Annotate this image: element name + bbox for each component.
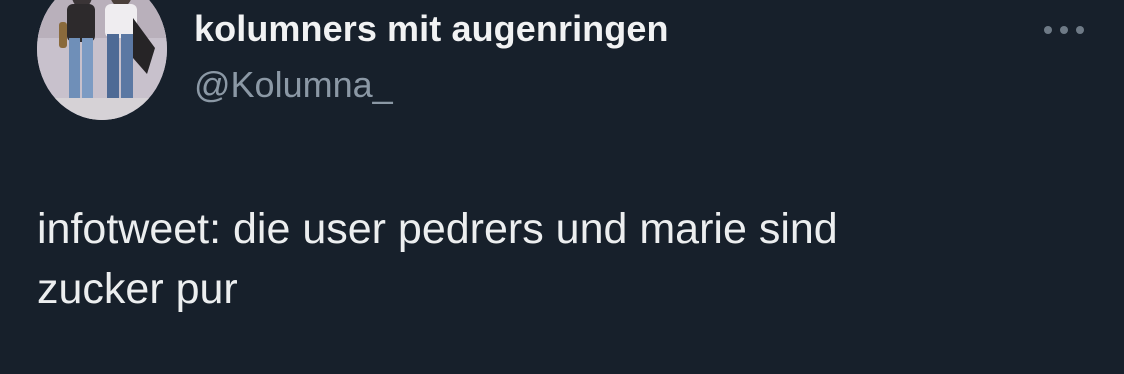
more-options-button[interactable]: [1036, 14, 1092, 46]
tweet-card: kolumners mit augenringen @Kolumna_ info…: [0, 0, 1124, 374]
display-name[interactable]: kolumners mit augenringen: [194, 8, 669, 50]
user-handle[interactable]: @Kolumna_: [194, 64, 393, 106]
avatar-photo: [37, 0, 167, 120]
avatar[interactable]: [37, 0, 167, 120]
more-horizontal-icon-dot: [1076, 26, 1084, 34]
tweet-text: infotweet: die user pedrers und marie si…: [37, 205, 838, 313]
more-horizontal-icon-dot: [1060, 26, 1068, 34]
more-horizontal-icon: [1044, 26, 1052, 34]
